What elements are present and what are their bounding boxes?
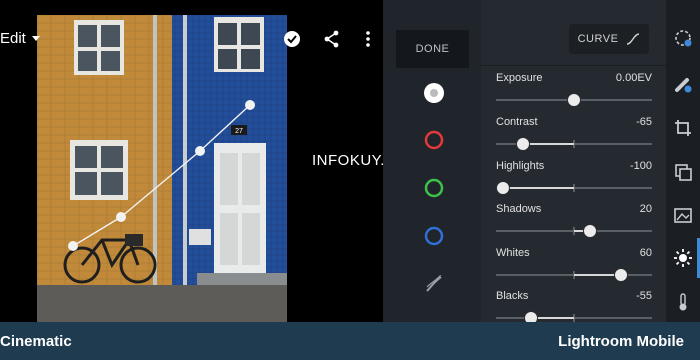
slider-thumb[interactable] [496, 181, 510, 195]
house-number: 27 [235, 128, 243, 135]
edit-menu-label[interactable]: Edit [0, 30, 26, 47]
check-circle-icon[interactable] [282, 29, 302, 49]
slider-label: Highlights [496, 160, 545, 172]
crop-icon[interactable] [673, 118, 693, 138]
caption-bar: Cinematic Lightroom Mobile [0, 322, 700, 360]
slider-thumb[interactable] [516, 137, 531, 151]
done-button[interactable]: DONE [396, 30, 469, 68]
curve-button[interactable]: CURVE [569, 24, 649, 54]
caption-left: Cinematic [0, 333, 72, 350]
slider-label: Blacks [496, 290, 529, 302]
slider-label: Whites [496, 247, 530, 259]
watermark-text: INFOKUY.NET [312, 152, 383, 169]
point-curve-icon[interactable] [423, 273, 445, 295]
slider-highlights[interactable]: Highlights -100 [496, 160, 652, 200]
slider-value: 20 [639, 203, 652, 215]
photo-viewport: 27 Edit INFOKUY. [0, 0, 383, 322]
light-icon[interactable] [673, 248, 693, 268]
red-channel-icon[interactable] [423, 129, 445, 151]
slider-exposure[interactable]: Exposure 0.00EV [496, 72, 652, 112]
temperature-icon[interactable] [673, 292, 693, 312]
top-toolbar: Edit [0, 0, 383, 80]
light-adjust-panel: CURVE Exposure 0.00EV Contrast -65 Highlight… [481, 0, 666, 325]
share-icon[interactable] [322, 29, 342, 49]
curve-icon [627, 33, 640, 45]
slider-value: -100 [629, 160, 652, 172]
slider-thumb[interactable] [567, 93, 581, 107]
green-channel-icon[interactable] [423, 177, 445, 199]
slider-label: Contrast [496, 116, 538, 128]
slider-fill [523, 143, 574, 145]
slider-whites[interactable]: Whites 60 [496, 247, 652, 287]
curve-button-label: CURVE [577, 33, 619, 45]
more-vertical-icon[interactable] [358, 29, 378, 49]
slider-value: 60 [639, 247, 652, 259]
slider-label: Exposure [496, 72, 543, 84]
slider-label: Shadows [496, 203, 542, 215]
chevron-down-icon[interactable] [32, 36, 40, 41]
slider-thumb[interactable] [582, 224, 597, 238]
blue-channel-icon[interactable] [423, 225, 445, 247]
slider-thumb[interactable] [613, 268, 628, 282]
panel-divider [481, 65, 666, 66]
tool-rail [666, 0, 700, 322]
curve-tools-column: DONE [383, 0, 481, 322]
slider-shadows[interactable]: Shadows 20 [496, 203, 652, 243]
slider-value: -55 [636, 290, 652, 302]
auto-heal-icon[interactable] [673, 74, 693, 94]
caption-right: Lightroom Mobile [558, 333, 684, 350]
slider-value: -65 [636, 116, 652, 128]
versions-icon[interactable] [673, 162, 693, 182]
presets-icon[interactable] [673, 28, 693, 48]
slider-contrast[interactable]: Contrast -65 [496, 116, 652, 156]
white-channel-icon[interactable] [423, 82, 445, 104]
slider-value: 0.00EV [615, 72, 652, 84]
selective-icon[interactable] [673, 205, 693, 225]
